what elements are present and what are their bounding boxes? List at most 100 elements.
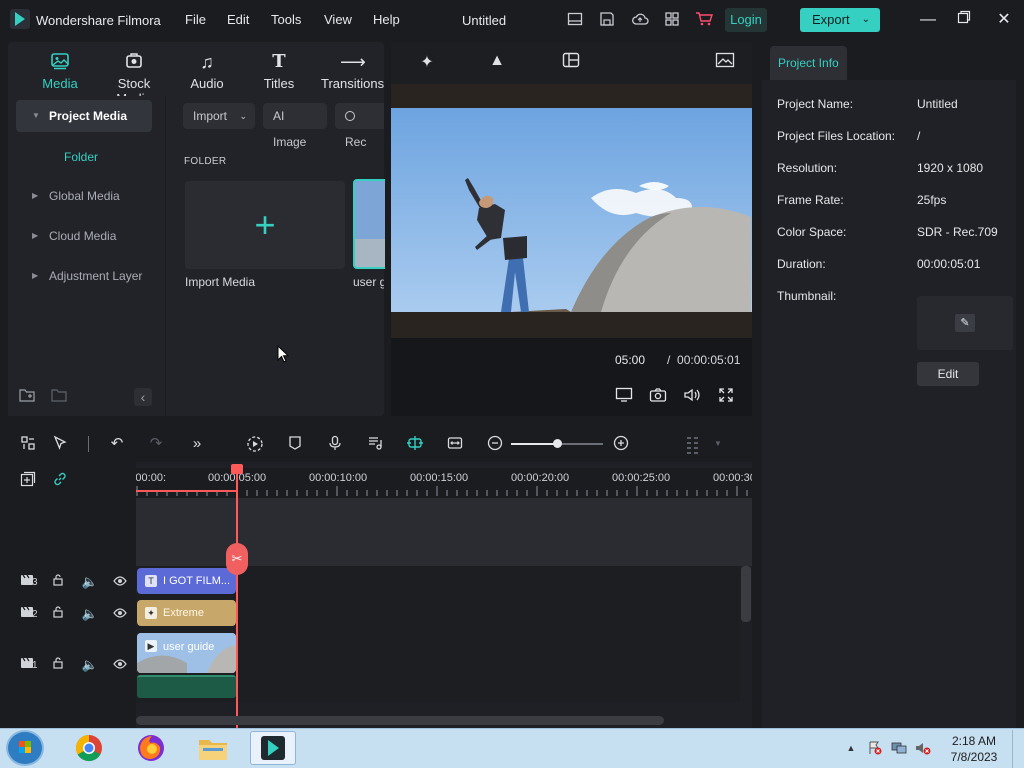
menu-help[interactable]: Help [373,12,400,27]
fullscreen-icon[interactable] [716,387,736,407]
speaker-icon[interactable]: 🔈 [81,656,99,674]
cloud-upload-icon[interactable] [631,11,649,29]
vertical-scrollbar[interactable] [741,566,751,622]
video-clip-icon: ▶ [145,640,157,652]
file-explorer-icon[interactable] [190,731,236,765]
close-icon[interactable]: ✕ [994,10,1014,30]
save-icon[interactable] [598,11,616,29]
marker-icon[interactable] [285,435,305,453]
login-button[interactable]: Login [725,8,767,32]
tab-titles[interactable]: T Titles [260,52,298,92]
eye-icon[interactable] [111,573,129,591]
show-hidden-icons[interactable]: ▲ [843,740,859,756]
cart-icon[interactable] [695,11,713,29]
show-desktop-button[interactable] [1012,730,1024,768]
edit-button[interactable]: Edit [917,362,979,386]
minimize-icon[interactable]: — [918,10,938,30]
tab-project-info[interactable]: Project Info [770,46,847,80]
current-time-field[interactable]: 05:00 [613,348,661,372]
collapse-sidebar-icon[interactable]: ‹ [134,388,152,406]
templates-icon[interactable] [556,52,586,72]
sidebar-item-global-media[interactable]: ▶ Global Media [16,180,152,212]
select-arrow-icon[interactable] [50,435,70,453]
microphone-icon[interactable] [325,435,345,453]
sidebar-item-folder[interactable]: Folder [64,150,98,164]
folder-icon[interactable] [50,388,68,406]
speaker-icon[interactable]: 🔈 [81,605,99,623]
speaker-icon[interactable]: 🔈 [81,573,99,591]
firefox-icon[interactable] [128,731,174,765]
sidebar-item-adjustment-layer[interactable]: ▶ Adjustment Layer [16,260,152,292]
redo-icon[interactable]: ↷ [146,435,166,453]
more-tools-icon[interactable]: » [187,435,207,453]
sidebar-item-project-media[interactable]: ▼ Project Media [16,100,152,132]
lock-icon[interactable] [49,605,67,623]
start-button[interactable] [6,730,44,766]
record-button[interactable]: Rec [335,103,384,149]
add-track-icon[interactable] [18,471,38,489]
menu-edit[interactable]: Edit [227,12,249,27]
action-center-flag-icon[interactable] [867,740,883,756]
preview-quality-icon[interactable] [710,52,740,72]
export-button[interactable]: Export ⌄ [800,8,880,32]
lock-icon[interactable] [49,656,67,674]
volume-muted-icon[interactable] [915,740,931,756]
new-folder-icon[interactable] [18,388,36,406]
zoom-slider-handle[interactable] [553,439,562,448]
network-icon[interactable] [891,740,907,756]
stock-media-icon [122,52,146,72]
split-scissors-icon[interactable]: ✂ [226,543,248,575]
zoom-out-icon[interactable] [485,435,505,453]
pencil-icon[interactable]: ✎ [955,314,975,332]
eye-icon[interactable] [111,656,129,674]
tab-audio[interactable]: ♫ Audio [187,52,227,91]
restore-icon[interactable] [954,10,974,30]
tab-transitions[interactable]: ⟶ Transitions [321,52,384,91]
media-thumbnail-user-guide[interactable] [353,179,385,269]
effects-icon[interactable]: ✦ [412,52,442,72]
import-media-tile[interactable]: + [185,181,345,269]
sidebar-item-cloud-media[interactable]: ▶ Cloud Media [16,220,152,252]
volume-icon[interactable] [682,387,702,407]
effect-clip[interactable]: ✦ Extreme [137,600,236,626]
project-title: Untitled [462,13,507,28]
tab-media[interactable]: Media [40,52,80,91]
undo-icon[interactable]: ↶ [107,435,127,453]
snap-magnet-icon[interactable] [405,435,425,453]
lock-icon[interactable] [49,573,67,591]
import-button[interactable]: Import ⌄ [183,103,255,129]
menu-tools[interactable]: Tools [271,12,301,27]
stickers-icon[interactable]: ▲ [482,52,512,72]
chevron-down-icon[interactable]: ⌄ [862,8,870,32]
zoom-in-icon[interactable] [611,435,631,453]
display-settings-icon[interactable] [614,387,634,407]
layout-switch-icon[interactable] [18,435,38,453]
link-icon[interactable] [50,471,70,489]
audio-waveform-clip[interactable] [137,675,236,698]
horizontal-scrollbar[interactable] [136,716,664,725]
apps-grid-icon[interactable] [663,11,681,29]
system-clock[interactable]: 2:18 AM 7/8/2023 [949,733,999,765]
color-space-key: Color Space: [777,225,847,239]
filmora-taskbar-icon[interactable] [250,731,296,765]
menu-file[interactable]: File [185,12,206,27]
auto-reframe-icon[interactable] [245,435,265,453]
playhead-handle[interactable] [231,464,243,474]
fit-timeline-icon[interactable] [445,435,465,453]
video-clip[interactable]: ▶ user guide [137,633,236,673]
audio-mixer-icon[interactable] [365,435,385,453]
chrome-icon[interactable] [66,731,112,765]
ai-image-button[interactable]: AI Image [263,103,327,149]
record-icon [345,111,355,121]
playhead[interactable] [236,466,238,728]
caret-down-icon[interactable]: ▼ [708,435,728,453]
toolbar-divider [88,436,89,452]
thumbnail-box[interactable]: ✎ [917,296,1013,350]
eye-icon[interactable] [111,605,129,623]
layout-icon[interactable] [566,11,584,29]
project-name-value: Untitled [917,97,958,111]
track-settings-icon[interactable] [683,435,703,454]
title-clip[interactable]: T I GOT FILM... [137,568,236,594]
menu-view[interactable]: View [324,12,352,27]
snapshot-camera-icon[interactable] [648,387,668,407]
